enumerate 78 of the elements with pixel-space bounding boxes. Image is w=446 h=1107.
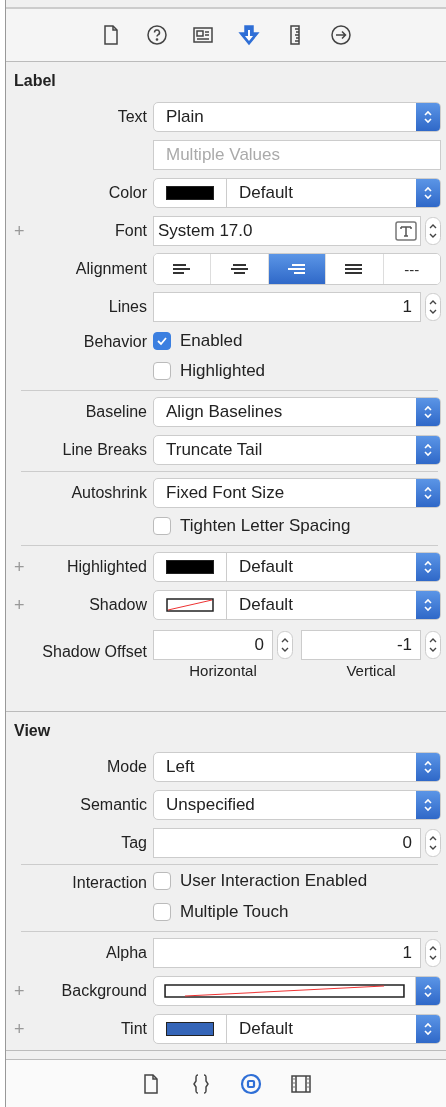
checkbox-option[interactable]: Enabled [153, 331, 243, 351]
property-label: Lines [108, 298, 147, 316]
property-label: Highlighted [66, 558, 147, 576]
chevron-updown-icon [423, 759, 433, 775]
checkbox[interactable] [153, 362, 171, 380]
section-title: View [13, 721, 51, 741]
font-field[interactable]: System 17.0 [153, 216, 421, 246]
stepper[interactable] [425, 939, 441, 967]
chevron-updown-icon [423, 597, 433, 613]
field-caption: Horizontal [189, 662, 257, 679]
align-justify-icon [344, 263, 365, 275]
popup-button[interactable]: Plain [153, 102, 441, 132]
checkbox[interactable] [153, 872, 171, 890]
property-label: Font [115, 222, 147, 240]
popup-button[interactable]: Truncate Tail [153, 435, 441, 465]
checkbox[interactable] [153, 517, 171, 535]
no-color-swatch [166, 598, 214, 612]
color-popup-button[interactable]: Default [153, 590, 441, 620]
popup-button[interactable]: Fixed Font Size [153, 478, 441, 508]
color-popup-button[interactable]: Default [153, 1014, 441, 1044]
property-label: Tint [120, 1020, 147, 1038]
property-label: Alpha [106, 944, 147, 962]
number-field[interactable]: 0 [153, 828, 421, 858]
property-label: Shadow Offset [42, 642, 147, 661]
chevron-updown-icon [423, 442, 433, 458]
field-caption: Vertical [346, 662, 396, 679]
stepper[interactable] [425, 829, 441, 857]
number-field[interactable]: -1 [301, 630, 421, 660]
alignment-segment[interactable]: --- [382, 254, 440, 284]
property-label: Semantic [80, 796, 147, 814]
chevron-updown-icon [423, 485, 433, 501]
property-label: Shadow [89, 596, 147, 614]
popup-button[interactable]: Align Baselines [153, 397, 441, 427]
checkbox-option[interactable]: User Interaction Enabled [153, 871, 368, 891]
checkbox-option[interactable]: Multiple Touch [153, 902, 289, 922]
section-title: Label [13, 71, 56, 91]
align-center-icon [229, 263, 250, 275]
color-popup-button[interactable]: Default [153, 552, 441, 582]
checkbox[interactable] [153, 332, 171, 350]
number-field[interactable]: 0 [153, 630, 273, 660]
arrow-circle-icon [329, 23, 353, 47]
color-popup-button[interactable]: Default [153, 178, 441, 208]
property-label: Interaction [72, 873, 147, 892]
property-label: Mode [106, 758, 147, 776]
property-label: Alignment [75, 260, 147, 278]
chevron-updown-icon [423, 559, 433, 575]
color-popup-button[interactable] [153, 976, 441, 1006]
font-picker-icon[interactable] [395, 221, 417, 241]
chevron-updown-icon [423, 109, 433, 125]
chevron-updown-icon [423, 983, 433, 999]
chevron-updown-icon [423, 1021, 433, 1037]
stepper[interactable] [425, 217, 441, 245]
checkbox[interactable] [153, 903, 171, 921]
property-label: Behavior [83, 332, 147, 351]
chevron-updown-icon [423, 185, 433, 201]
number-field[interactable]: 1 [153, 938, 421, 968]
help-icon [145, 23, 169, 47]
checkbox-option[interactable]: Highlighted [153, 361, 266, 381]
property-label: Text [117, 108, 147, 126]
property-label: Tag [121, 834, 147, 852]
stepper[interactable] [277, 631, 293, 659]
popup-button[interactable]: Unspecified [153, 790, 441, 820]
stepper[interactable] [425, 293, 441, 321]
stepper[interactable] [425, 631, 441, 659]
popup-button[interactable]: Left [153, 752, 441, 782]
align-left-icon [172, 263, 193, 275]
checkbox-option[interactable]: Tighten Letter Spacing [153, 516, 351, 536]
number-field[interactable]: 1 [153, 292, 421, 322]
property-label: Autoshrink [71, 484, 147, 502]
text-field[interactable]: Multiple Values [153, 140, 441, 170]
property-label: Line Breaks [62, 441, 147, 459]
align-right-icon [287, 263, 307, 275]
property-label: Baseline [85, 403, 147, 421]
property-label: Color [108, 184, 147, 202]
chevron-updown-icon [423, 797, 433, 813]
property-label: Background [61, 982, 147, 1000]
chevron-updown-icon [423, 404, 433, 420]
shield-arrow-icon [237, 23, 261, 47]
